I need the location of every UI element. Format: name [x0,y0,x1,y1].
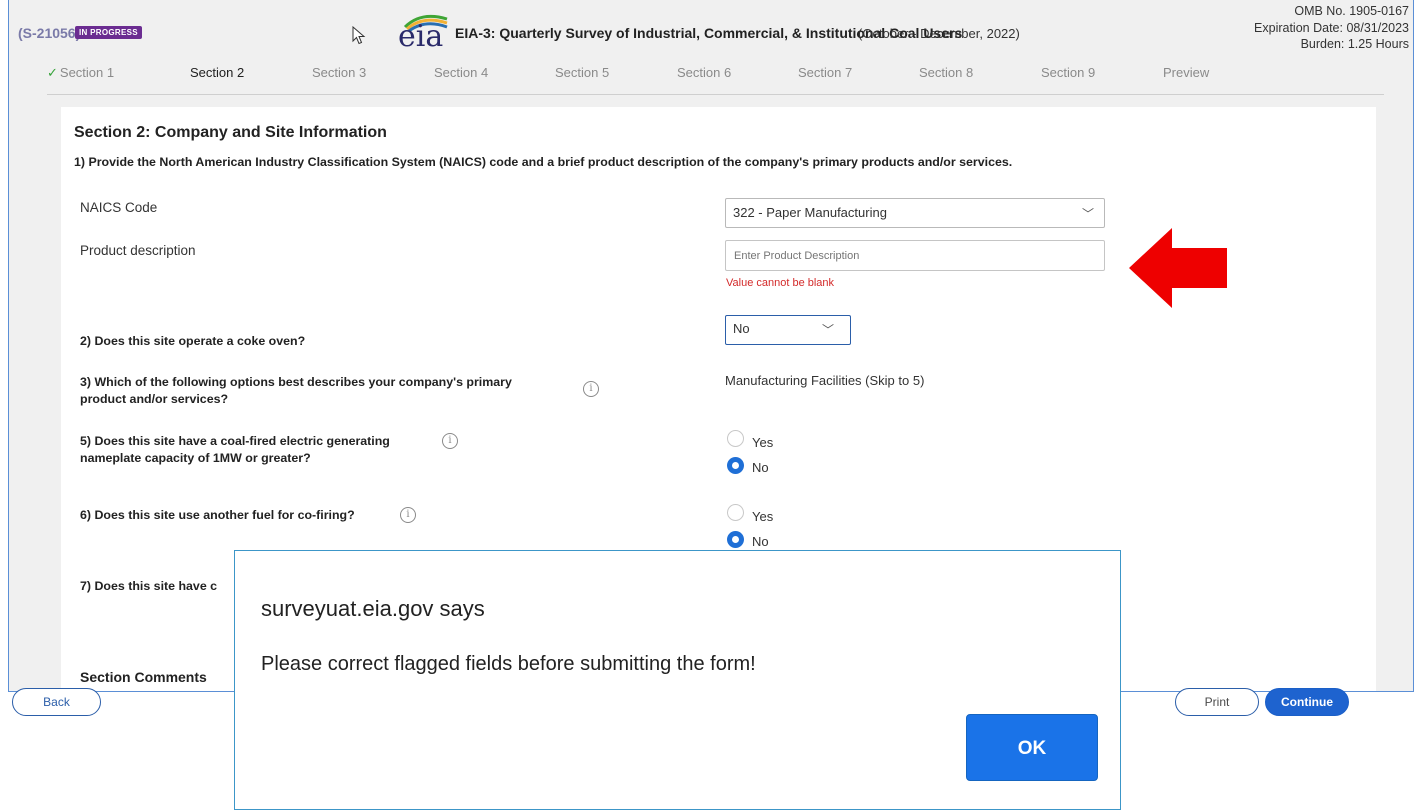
coke-oven-selected-value: No [733,321,750,336]
info-icon[interactable]: i [400,507,416,523]
q6-no-label: No [752,534,769,549]
omb-number: OMB No. 1905-0167 [1294,4,1409,18]
chevron-down-icon: ﹀ [1081,207,1094,221]
alert-dialog: surveyuat.eia.gov says Please correct fl… [234,550,1121,810]
q5-no-label: No [752,460,769,475]
q6-yes-label: Yes [752,509,774,524]
chevron-down-icon: ﹀ [821,323,834,337]
info-icon[interactable]: i [442,433,458,449]
section-tabs: ✓ Section 1 Section 2 Section 3 Section 4… [9,62,1413,88]
naics-selected-value: 322 - Paper Manufacturing [733,205,887,220]
question-7: 7) Does this site have c [80,579,218,593]
product-description-label: Product description [80,243,196,258]
red-arrow-icon [1129,228,1227,308]
continue-button[interactable]: Continue [1265,688,1349,716]
mouse-pointer-icon [352,26,366,45]
eia-logo-text: eia [398,19,444,54]
question-5: 5) Does this site have a coal-fired elec… [80,434,390,465]
question-3-answer: Manufacturing Facilities (Skip to 5) [725,373,925,388]
ok-button[interactable]: OK [966,714,1098,781]
product-description-input[interactable] [725,240,1105,271]
q5-no-radio[interactable] [727,457,744,474]
burden-hours: Burden: 1.25 Hours [1300,37,1409,51]
question-3: 3) Which of the following options best d… [80,375,512,406]
tab-preview[interactable]: Preview [1163,65,1209,80]
expiration-date: Expiration Date: 08/31/2023 [1254,20,1409,35]
omb-info: OMB No. 1905-0167 Expiration Date: 08/31… [1254,3,1409,53]
question-2: 2) Does this site operate a coke oven? [80,334,306,348]
q5-yes-radio[interactable] [727,430,744,447]
dialog-message: Please correct flagged fields before sub… [261,653,756,675]
checkmark-icon: ✓ [47,65,58,80]
tab-section-9[interactable]: Section 9 [1041,65,1095,80]
back-button[interactable]: Back [12,688,101,716]
dialog-title: surveyuat.eia.gov says [261,596,485,621]
tab-section-7[interactable]: Section 7 [798,65,852,80]
q6-yes-radio[interactable] [727,504,744,521]
status-badge: IN PROGRESS [75,26,142,39]
case-id: (S-21056) [18,25,81,41]
naics-select[interactable]: 322 - Paper Manufacturing ﹀ [725,198,1105,228]
tab-section-6[interactable]: Section 6 [677,65,731,80]
product-description-error: Value cannot be blank [726,277,835,289]
tabs-divider [47,94,1384,95]
question-6: 6) Does this site use another fuel for c… [80,508,355,522]
tab-section-5[interactable]: Section 5 [555,65,609,80]
tab-section-4[interactable]: Section 4 [434,65,488,80]
tab-section-2[interactable]: Section 2 [190,65,244,80]
tab-section-1[interactable]: ✓ Section 1 [47,65,114,81]
info-icon[interactable]: i [583,381,599,397]
question-1: 1) Provide the North American Industry C… [74,155,1013,169]
naics-label: NAICS Code [80,200,158,215]
q5-yes-label: Yes [752,435,774,450]
tab-section-8[interactable]: Section 8 [919,65,973,80]
coke-oven-select[interactable]: No ﹀ [725,315,851,345]
tab-section-3[interactable]: Section 3 [312,65,366,80]
header-bar: (S-21056) IN PROGRESS eia EIA-3: Quarter… [9,0,1413,62]
q6-no-radio[interactable] [727,531,744,548]
survey-period: (October - December, 2022) [858,26,1020,41]
section-comments-heading: Section Comments [80,669,207,685]
section-heading: Section 2: Company and Site Information [74,124,387,141]
print-button[interactable]: Print [1175,688,1259,716]
